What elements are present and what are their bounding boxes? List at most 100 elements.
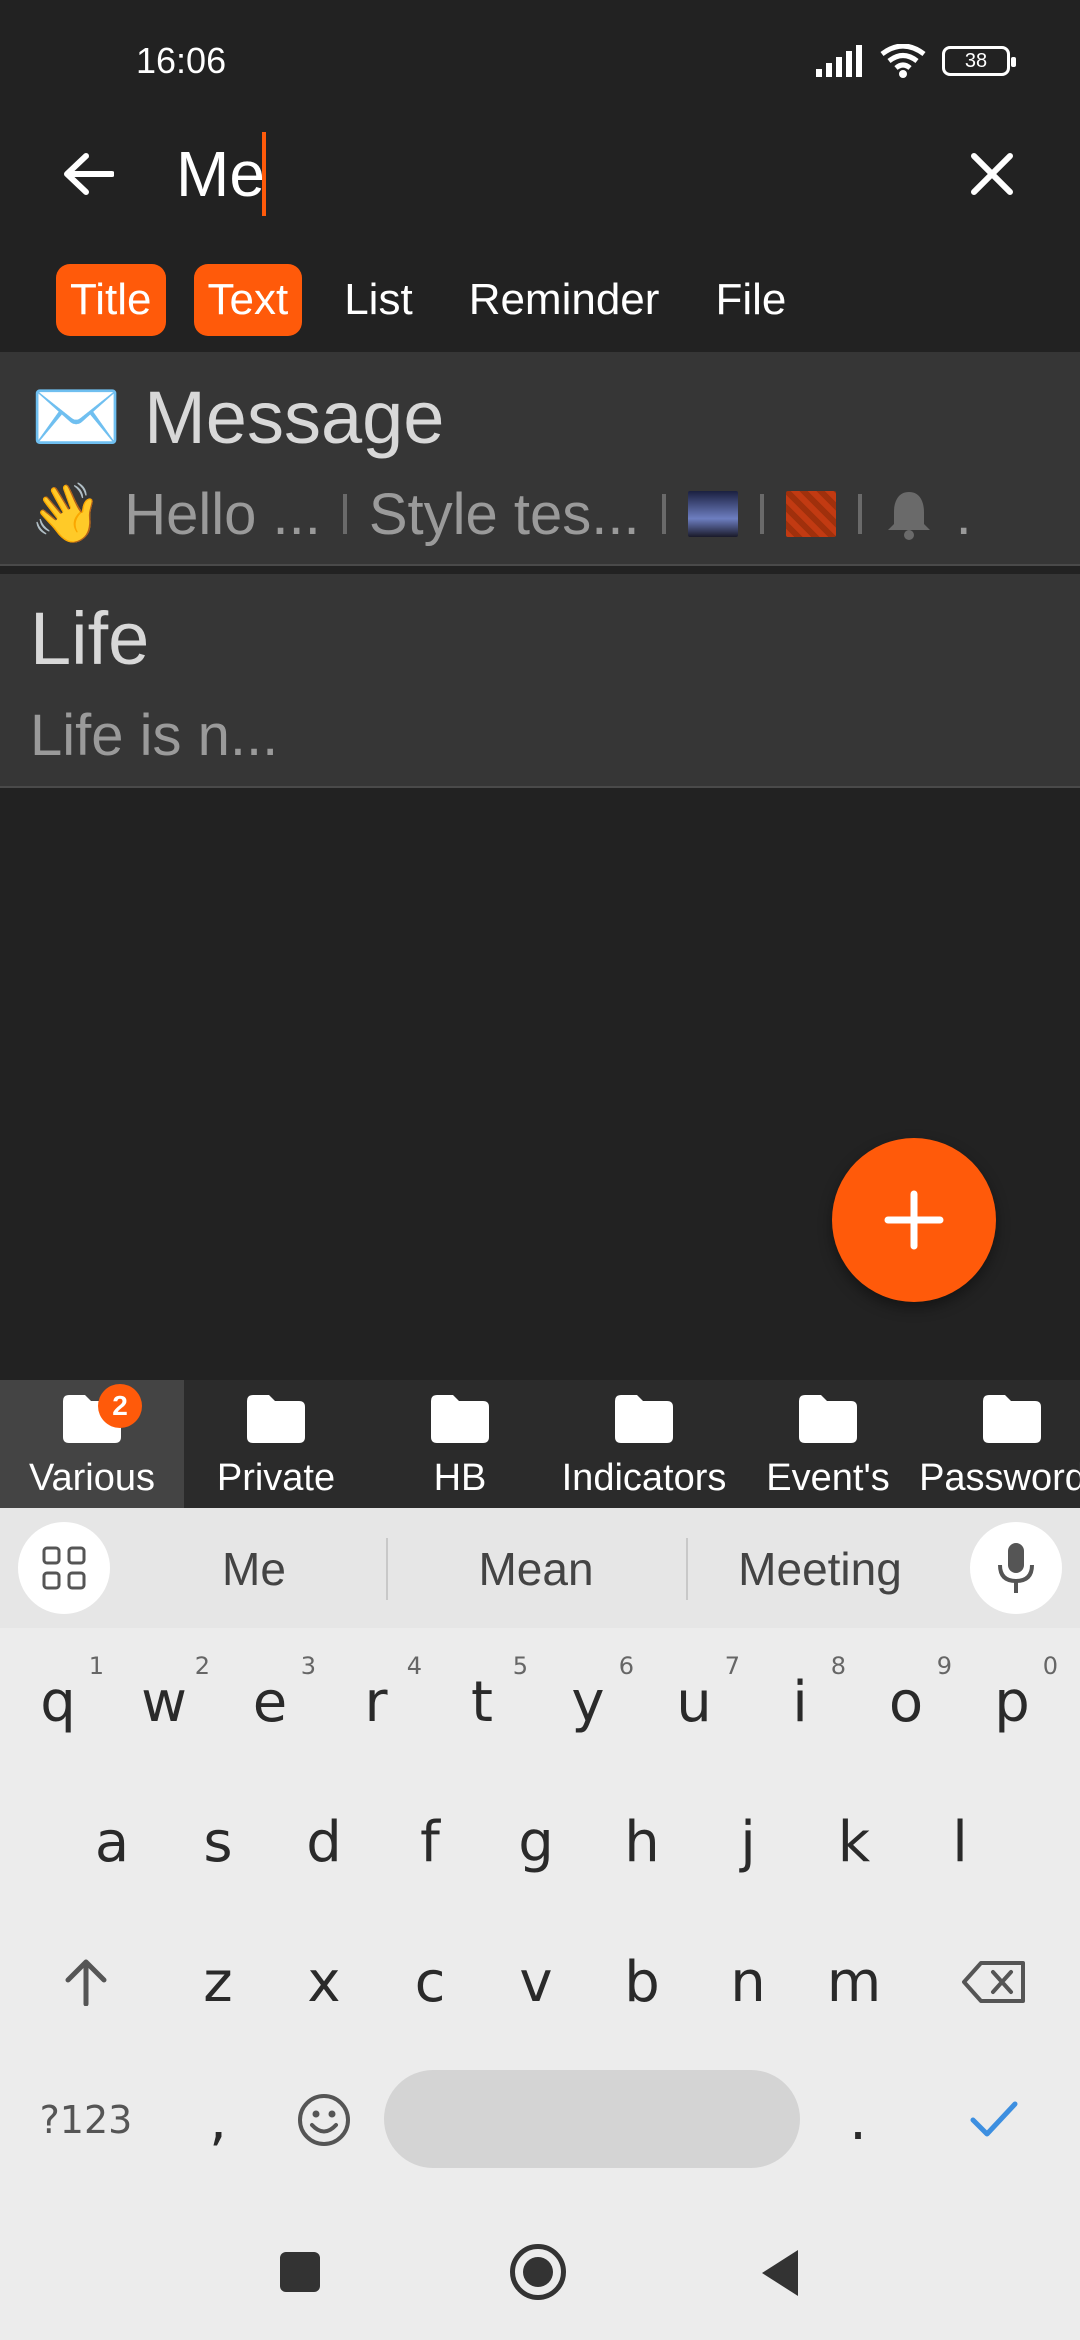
folder-tab-various[interactable]: 2 Various: [0, 1380, 184, 1508]
key-hint: 9: [936, 1652, 952, 1680]
folder-label: Private: [216, 1457, 336, 1499]
system-nav-bar: [0, 2212, 1080, 2340]
key-i[interactable]: i8: [748, 1642, 852, 1762]
folder-label: HB: [433, 1457, 487, 1499]
folder-icon: [615, 1395, 673, 1443]
key-q[interactable]: q1: [6, 1642, 110, 1762]
key-b[interactable]: b: [590, 1922, 694, 2042]
search-input[interactable]: [176, 134, 896, 214]
folder-tab-events[interactable]: Event's: [736, 1380, 920, 1508]
key-v[interactable]: v: [484, 1922, 588, 2042]
key-e[interactable]: e3: [218, 1642, 322, 1762]
filter-list-chip[interactable]: List: [330, 264, 426, 336]
filter-text-chip[interactable]: Text: [193, 264, 303, 336]
keyboard-menu-button[interactable]: [18, 1522, 110, 1614]
key-hint: 0: [1042, 1652, 1058, 1680]
note-preview-text: Hello ...: [124, 481, 321, 547]
shift-key[interactable]: [34, 1922, 138, 2042]
space-key[interactable]: [384, 2070, 800, 2168]
key-label: p: [994, 1669, 1030, 1735]
status-bar: 16:06 38: [0, 0, 1080, 120]
search-header: [0, 120, 1080, 230]
key-w[interactable]: w2: [112, 1642, 216, 1762]
unread-badge: 2: [98, 1384, 142, 1428]
key-c[interactable]: c: [378, 1922, 482, 2042]
key-hint: 2: [194, 1652, 210, 1680]
key-o[interactable]: o9: [854, 1642, 958, 1762]
home-dot-icon: [523, 2257, 553, 2287]
key-y[interactable]: y6: [536, 1642, 640, 1762]
divider: [857, 494, 862, 534]
back-button[interactable]: [56, 142, 120, 206]
key-p[interactable]: p0: [960, 1642, 1064, 1762]
back-nav-button[interactable]: [760, 2248, 800, 2298]
suggestion-item[interactable]: Me: [134, 1542, 374, 1596]
key-l[interactable]: l: [908, 1782, 1012, 1902]
key-u[interactable]: u7: [642, 1642, 746, 1762]
clear-search-button[interactable]: [960, 142, 1024, 206]
key-label: e: [252, 1669, 288, 1735]
done-key[interactable]: [942, 2060, 1046, 2180]
add-note-button[interactable]: [832, 1138, 996, 1302]
note-list-item[interactable]: Life Life is n...: [0, 574, 1080, 788]
key-a[interactable]: a: [60, 1782, 164, 1902]
note-preview-text: Life is n...: [30, 703, 279, 768]
suggestion-item[interactable]: Meeting: [700, 1542, 940, 1596]
folder-tab-passwords[interactable]: Passwords: [919, 1380, 1080, 1508]
comma-key[interactable]: ,: [166, 2060, 270, 2180]
key-z[interactable]: z: [166, 1922, 270, 2042]
note-title: ✉️ Message: [30, 374, 444, 461]
folder-label: Passwords: [919, 1457, 1080, 1499]
microphone-icon: [998, 1543, 1034, 1593]
envelope-icon: ✉️: [30, 375, 123, 458]
key-k[interactable]: k: [802, 1782, 906, 1902]
voice-input-button[interactable]: [970, 1522, 1062, 1614]
folder-icon: [983, 1395, 1041, 1443]
home-button[interactable]: [510, 2244, 566, 2300]
key-hint: 1: [88, 1652, 104, 1680]
key-f[interactable]: f: [378, 1782, 482, 1902]
bell-icon: [887, 492, 930, 540]
key-m[interactable]: m: [802, 1922, 906, 2042]
recents-button[interactable]: [280, 2252, 320, 2292]
key-n[interactable]: n: [696, 1922, 800, 2042]
folder-icon: [799, 1395, 857, 1443]
note-title-text: Message: [144, 376, 445, 459]
key-g[interactable]: g: [484, 1782, 588, 1902]
key-d[interactable]: d: [272, 1782, 376, 1902]
filter-title-chip[interactable]: Title: [56, 264, 166, 336]
key-t[interactable]: t5: [430, 1642, 534, 1762]
key-hint: 5: [512, 1652, 528, 1680]
note-title-text: Life: [30, 597, 150, 680]
key-hint: 6: [618, 1652, 634, 1680]
key-s[interactable]: s: [166, 1782, 270, 1902]
folder-tab-private[interactable]: Private: [184, 1380, 368, 1508]
key-x[interactable]: x: [272, 1922, 376, 2042]
smiley-icon: [298, 2094, 350, 2146]
period-key[interactable]: .: [806, 2060, 910, 2180]
folder-tab-hb[interactable]: HB: [368, 1380, 552, 1508]
key-h[interactable]: h: [590, 1782, 694, 1902]
key-r[interactable]: r4: [324, 1642, 428, 1762]
key-hint: 7: [724, 1652, 740, 1680]
folder-tab-indicators[interactable]: Indicators: [552, 1380, 736, 1508]
filter-reminder-chip[interactable]: Reminder: [455, 264, 674, 336]
symbols-key[interactable]: ?123: [34, 2060, 138, 2180]
key-label: q: [40, 1669, 76, 1735]
plus-icon: [884, 1190, 944, 1250]
note-title: Life: [30, 596, 149, 681]
backspace-key[interactable]: [942, 1922, 1046, 2042]
folder-label: Event's: [766, 1457, 890, 1499]
filter-file-chip[interactable]: File: [701, 264, 800, 336]
key-label: t: [471, 1669, 493, 1735]
close-icon: [971, 153, 1013, 195]
suggestion-item[interactable]: Mean: [416, 1542, 656, 1596]
folder-tabs: 2 Various Private HB Indicators Event's …: [0, 1380, 1080, 1508]
emoji-key[interactable]: [272, 2060, 376, 2180]
key-j[interactable]: j: [696, 1782, 800, 1902]
folder-icon: [431, 1395, 489, 1443]
image-thumbnail: [687, 491, 738, 537]
note-preview: 👋 Hello ... Style tes... .: [30, 480, 972, 548]
note-list-item[interactable]: ✉️ Message 👋 Hello ... Style tes... .: [0, 352, 1080, 566]
arrow-back-icon: [64, 153, 114, 195]
